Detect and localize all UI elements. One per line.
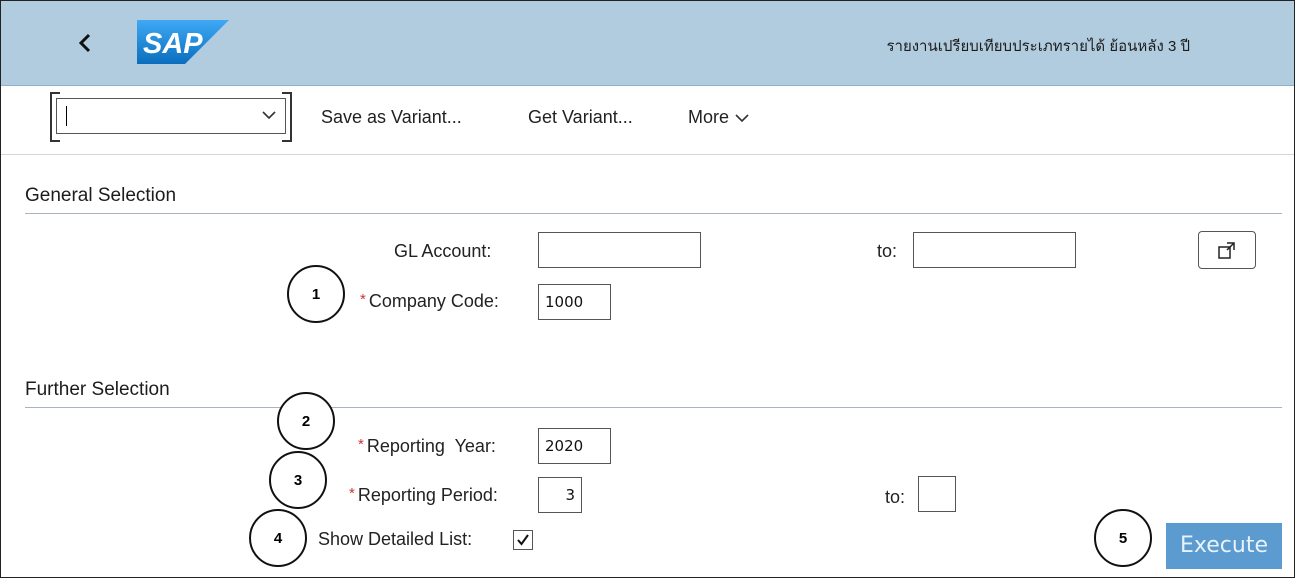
external-link-icon <box>1218 242 1235 259</box>
required-marker: * <box>358 436 364 453</box>
annotation-badge: 4 <box>249 509 307 567</box>
variant-select[interactable] <box>50 92 292 142</box>
save-as-variant-button[interactable]: Save as Variant... <box>321 107 462 128</box>
get-variant-button[interactable]: Get Variant... <box>528 107 633 128</box>
reporting-period-label: * Reporting Period: <box>349 485 498 506</box>
sap-screen: SAP รายงานเปรียบเทียบประเภทรายได้ ย้อนหล… <box>0 0 1295 578</box>
gl-account-to-label: to: <box>877 241 898 261</box>
chevron-down-icon <box>735 114 749 123</box>
company-code-label: * Company Code: <box>360 291 499 312</box>
company-code-input[interactable]: 1000 <box>538 284 611 320</box>
more-menu-button[interactable]: More <box>688 107 751 128</box>
variant-input[interactable] <box>56 98 286 134</box>
chevron-down-icon[interactable] <box>260 106 278 124</box>
text-cursor <box>66 106 67 126</box>
reporting-period-from-input[interactable]: 3 <box>538 477 582 513</box>
shell-header: SAP รายงานเปรียบเทียบประเภทรายได้ ย้อนหล… <box>1 1 1294 86</box>
gl-account-from-input[interactable] <box>538 232 701 268</box>
show-detailed-list-checkbox[interactable] <box>513 530 533 550</box>
annotation-badge: 2 <box>277 392 335 450</box>
multiple-selection-button[interactable] <box>1198 231 1256 269</box>
gl-account-label: GL Account: <box>394 241 492 261</box>
reporting-period-to-input[interactable] <box>918 476 956 512</box>
reporting-period-to-label: to: <box>885 487 906 507</box>
back-button[interactable] <box>67 25 103 61</box>
reporting-period-label-text: Reporting Period: <box>357 485 498 505</box>
further-selection-title: Further Selection <box>25 379 170 400</box>
annotation-badge: 1 <box>287 265 345 323</box>
show-detailed-list-label: Show Detailed List: <box>318 529 473 549</box>
reporting-year-label: * Reporting Year: <box>358 436 496 457</box>
gl-account-to-input[interactable] <box>913 232 1076 268</box>
company-code-label-text: Company Code: <box>368 291 499 311</box>
reporting-year-label-text: Reporting Year: <box>366 436 496 456</box>
execute-button[interactable]: Execute <box>1166 523 1282 569</box>
annotation-badge: 5 <box>1094 509 1152 567</box>
sap-logo: SAP <box>137 20 229 64</box>
svg-text:SAP: SAP <box>143 28 203 60</box>
more-label: More <box>688 107 730 127</box>
section-divider <box>25 213 1282 214</box>
annotation-badge: 3 <box>269 451 327 509</box>
required-marker: * <box>349 485 355 502</box>
chevron-left-icon <box>78 33 91 53</box>
general-selection-title: General Selection <box>25 185 177 206</box>
required-marker: * <box>360 291 366 308</box>
app-title: รายงานเปรียบเทียบประเภทรายได้ ย้อนหลัง 3… <box>886 38 1190 55</box>
section-divider <box>25 407 1282 408</box>
reporting-year-input[interactable]: 2020 <box>538 428 611 464</box>
checkmark-icon <box>517 534 529 546</box>
